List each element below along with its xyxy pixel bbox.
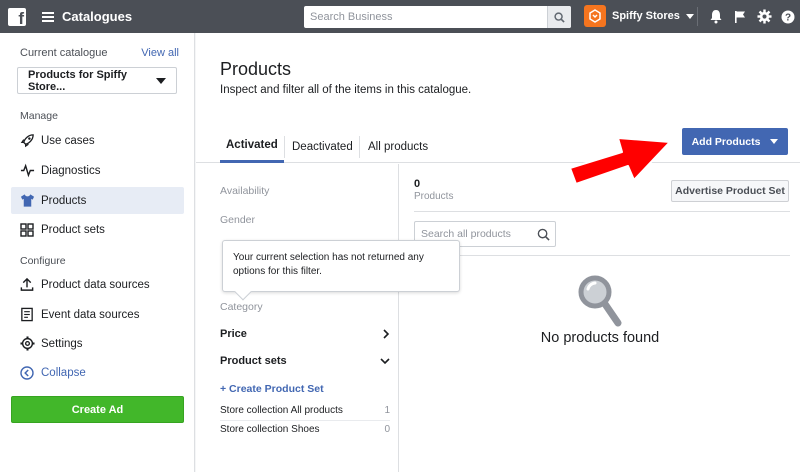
chevron-left-circle-icon <box>19 365 35 381</box>
current-catalogue-label: Current catalogue <box>20 47 108 59</box>
business-switcher[interactable]: Spiffy Stores <box>584 5 694 27</box>
sidebar-item-use-cases[interactable]: Use cases <box>11 127 184 154</box>
shirt-icon <box>19 193 35 209</box>
bell-icon[interactable] <box>704 0 728 33</box>
manage-section-label: Manage <box>20 110 58 122</box>
filter-category[interactable]: Category <box>220 301 263 313</box>
product-set-item[interactable]: Store collection Shoes 0 <box>220 424 390 435</box>
main-content: Products Inspect and filter all of the i… <box>196 33 800 472</box>
tab-activated[interactable]: Activated <box>220 130 284 163</box>
sidebar-collapse[interactable]: Collapse <box>11 359 184 386</box>
divider <box>697 7 698 26</box>
filter-price[interactable]: Price <box>220 328 390 340</box>
page-title: Products <box>220 59 292 79</box>
sidebar-item-products[interactable]: Products <box>11 187 184 214</box>
business-search-input[interactable] <box>304 7 547 27</box>
product-set-count: 1 <box>384 405 390 416</box>
product-count: 0 <box>414 178 421 190</box>
view-all-link[interactable]: View all <box>141 47 179 59</box>
sidebar-item-label: Event data sources <box>41 308 140 321</box>
divider <box>220 420 390 421</box>
product-set-name: Store collection Shoes <box>220 424 320 435</box>
catalogue-select-value: Products for Spiffy Store... <box>28 68 128 93</box>
sidebar-item-product-data-sources[interactable]: Product data sources <box>11 271 184 298</box>
sidebar-item-label: Use cases <box>41 134 95 147</box>
tab-deactivated[interactable]: Deactivated <box>292 130 353 163</box>
empty-state-message: No products found <box>540 330 660 346</box>
chevron-right-icon <box>383 329 390 339</box>
tab-all-products[interactable]: All products <box>368 130 428 163</box>
filters-panel: Availability Gender Category Price Produ… <box>196 164 399 472</box>
sidebar-item-label: Settings <box>41 337 83 350</box>
catalogue-select[interactable]: Products for Spiffy Store... <box>17 67 177 94</box>
chevron-down-icon <box>380 358 390 365</box>
create-ad-button[interactable]: Create Ad <box>11 396 184 423</box>
divider <box>414 255 790 256</box>
filter-price-label: Price <box>220 328 247 340</box>
filter-gender[interactable]: Gender <box>220 214 255 226</box>
top-icons: ? <box>691 0 800 33</box>
search-icon <box>554 11 565 23</box>
magnifier-icon <box>578 275 622 327</box>
sidebar-item-settings[interactable]: Settings <box>11 330 184 357</box>
rocket-icon <box>19 133 35 149</box>
filter-tooltip: Your current selection has not returned … <box>222 240 460 301</box>
upload-icon <box>19 277 35 293</box>
results-panel: 0 Products Advertise Product Set No prod… <box>400 164 800 472</box>
sidebar-item-label: Product sets <box>41 223 105 236</box>
divider <box>414 211 790 212</box>
app-title: Catalogues <box>62 9 133 24</box>
create-product-set-link[interactable]: + Create Product Set <box>220 383 324 395</box>
tooltip-text: Your current selection has not returned … <box>233 252 424 277</box>
sidebar-item-event-data-sources[interactable]: Event data sources <box>11 301 184 328</box>
product-set-count: 0 <box>384 424 390 435</box>
collapse-label: Collapse <box>41 366 86 379</box>
sidebar: Current catalogue View all Products for … <box>0 33 195 472</box>
annotation-arrow-icon <box>569 137 671 185</box>
sidebar-item-diagnostics[interactable]: Diagnostics <box>11 157 184 184</box>
help-icon[interactable]: ? <box>776 0 800 33</box>
business-search <box>304 6 571 28</box>
chevron-down-icon <box>156 77 166 84</box>
facebook-logo-icon[interactable]: f <box>8 7 26 26</box>
product-set-item[interactable]: Store collection All products 1 <box>220 405 390 416</box>
add-products-label: Add Products <box>691 135 761 148</box>
search-button[interactable] <box>547 6 571 28</box>
grid-icon <box>19 222 35 238</box>
document-icon <box>19 307 35 323</box>
sidebar-item-product-sets[interactable]: Product sets <box>11 216 184 243</box>
top-bar: f Catalogues Spiffy Stores ? <box>0 0 800 33</box>
product-count-label: Products <box>414 191 454 202</box>
filter-availability[interactable]: Availability <box>220 185 269 197</box>
sidebar-item-label: Product data sources <box>41 278 150 291</box>
gear-icon[interactable] <box>752 0 776 33</box>
search-icon[interactable] <box>531 228 555 241</box>
business-name: Spiffy Stores <box>612 10 680 22</box>
page-subtitle: Inspect and filter all of the items in t… <box>220 84 472 96</box>
configure-section-label: Configure <box>20 255 66 267</box>
divider <box>284 136 285 158</box>
advertise-product-set-button[interactable]: Advertise Product Set <box>671 180 789 202</box>
filter-product-sets[interactable]: Product sets <box>220 355 390 367</box>
svg-text:?: ? <box>785 12 791 23</box>
pulse-icon <box>19 163 35 179</box>
menu-icon[interactable] <box>42 11 54 22</box>
sidebar-item-label: Products <box>41 194 87 207</box>
add-products-button[interactable]: Add Products <box>682 128 788 155</box>
filter-product-sets-label: Product sets <box>220 355 287 367</box>
divider <box>359 136 360 158</box>
chevron-down-icon <box>770 139 779 144</box>
product-set-name: Store collection All products <box>220 405 343 416</box>
business-avatar <box>584 5 606 27</box>
flag-icon[interactable] <box>728 0 752 33</box>
sidebar-item-label: Diagnostics <box>41 164 101 177</box>
gear-icon <box>19 336 35 352</box>
